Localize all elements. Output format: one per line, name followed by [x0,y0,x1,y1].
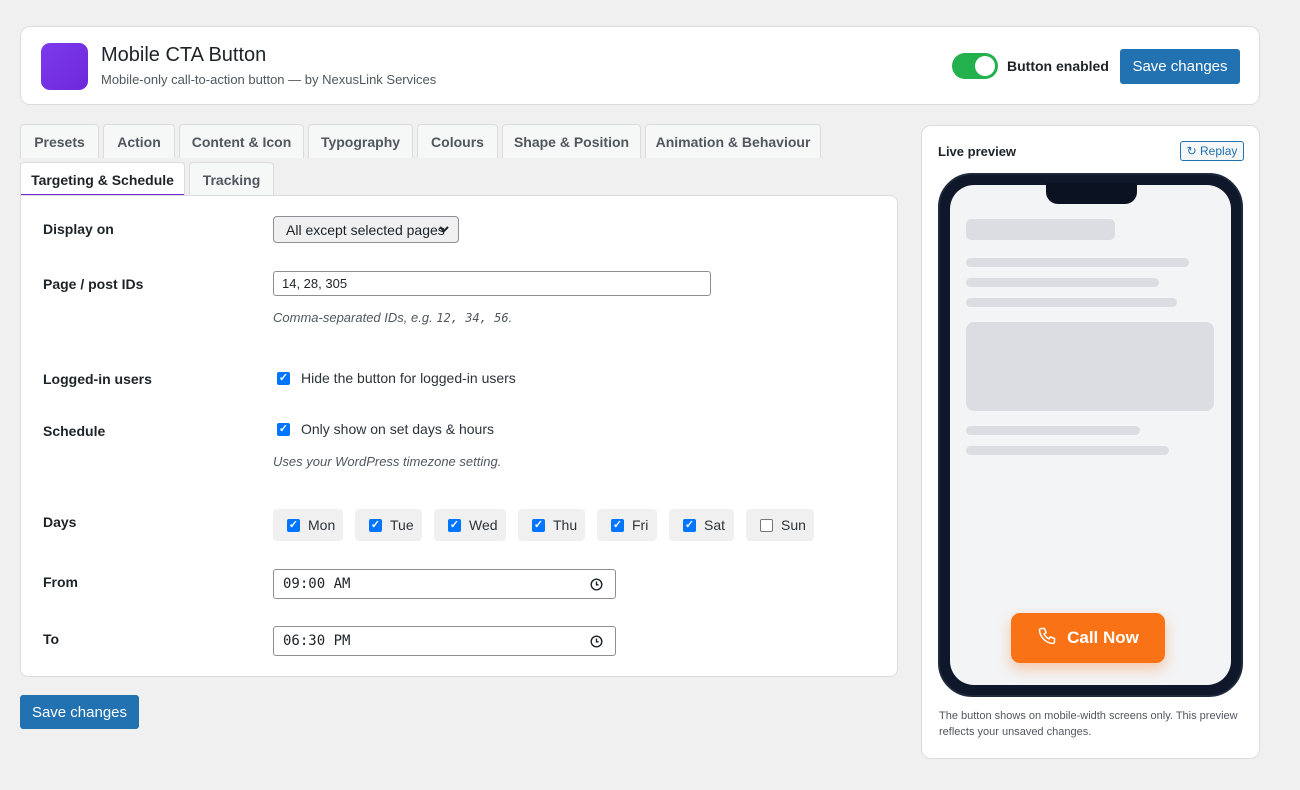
hide-logged-in-text: Hide the button for logged-in users [301,370,516,386]
settings-panel: Display on All except selected pages Pag… [20,195,898,677]
display-on-label: Display on [43,221,114,237]
tab-shape-position[interactable]: Shape & Position [502,124,641,158]
to-time-value: 06:30 PM [283,633,351,649]
tab-action[interactable]: Action [103,124,175,158]
schedule-label: Schedule [43,423,106,439]
phone-mockup: Call Now [938,173,1243,697]
display-on-select[interactable]: All except selected pages [273,216,459,243]
live-preview-panel: Live preview ↻ Replay Call Now The butto… [921,125,1260,759]
phone-screen: Call Now [950,185,1231,685]
day-mon-checkbox[interactable] [287,518,300,532]
call-now-cta-button[interactable]: Call Now [1011,613,1165,663]
button-enabled-toggle[interactable] [952,53,998,79]
tab-content-icon[interactable]: Content & Icon [179,124,304,158]
day-wed-label: Wed [469,517,498,533]
plugin-logo [41,43,88,90]
schedule-hint: Uses your WordPress timezone setting. [273,454,502,469]
plugin-header: Mobile CTA Button Mobile-only call-to-ac… [20,26,1260,105]
page-ids-hint: Comma-separated IDs, e.g. 12, 34, 56. [273,310,512,325]
replay-button[interactable]: ↻ Replay [1180,141,1244,161]
day-sat-label: Sat [704,517,726,533]
day-thu[interactable]: Thu [518,509,585,541]
skeleton-line [966,258,1189,267]
toggle-knob [975,56,995,76]
skeleton-line [966,278,1159,287]
clock-icon[interactable] [590,578,603,595]
schedule-text: Only show on set days & hours [301,421,494,437]
page-ids-hint-end: . [508,310,513,325]
day-fri-label: Fri [632,517,649,533]
day-sat-checkbox[interactable] [683,518,696,532]
from-label: From [43,574,78,590]
day-sun-label: Sun [781,517,806,533]
display-on-value: All except selected pages [286,221,445,238]
from-time-input[interactable]: 09:00 AM [273,569,616,599]
page-ids-hint-text: Comma-separated IDs, e.g. [273,310,433,325]
from-time-value: 09:00 AM [283,576,351,592]
header-save-button[interactable]: Save changes [1120,49,1240,84]
cta-label: Call Now [1067,628,1139,647]
page-title: Mobile CTA Button [101,44,267,66]
footer-save-button[interactable]: Save changes [20,695,139,729]
day-fri-checkbox[interactable] [611,518,624,532]
tab-presets[interactable]: Presets [20,124,99,158]
phone-icon [1037,626,1057,651]
days-label: Days [43,514,77,530]
chevron-down-icon [438,222,450,239]
logged-in-label: Logged-in users [43,371,152,387]
day-thu-checkbox[interactable] [532,518,545,532]
preview-note: The button shows on mobile-width screens… [939,710,1238,738]
button-enabled-label: Button enabled [1007,58,1109,74]
skeleton-heading [966,219,1115,240]
page-ids-input[interactable]: 14, 28, 305 [273,271,711,296]
page-ids-hint-example: 12, 34, 56 [436,311,509,325]
day-mon-label: Mon [308,517,336,533]
day-tue-label: Tue [390,517,414,533]
clock-icon[interactable] [590,635,603,652]
tab-animation-behaviour[interactable]: Animation & Behaviour [645,124,821,158]
preview-title: Live preview [938,144,1017,159]
day-wed[interactable]: Wed [434,509,506,541]
hide-logged-in-option[interactable]: Hide the button for logged-in users [277,370,516,386]
tab-targeting-schedule[interactable]: Targeting & Schedule [20,162,185,196]
day-tue[interactable]: Tue [355,509,422,541]
page-ids-label: Page / post IDs [43,276,144,292]
schedule-option[interactable]: Only show on set days & hours [277,421,494,437]
tab-colours[interactable]: Colours [417,124,498,158]
tab-typography[interactable]: Typography [308,124,413,158]
skeleton-line [966,298,1177,307]
phone-notch [1046,183,1137,204]
to-time-input[interactable]: 06:30 PM [273,626,616,656]
day-sun[interactable]: Sun [746,509,814,541]
to-label: To [43,631,60,647]
day-thu-label: Thu [553,517,578,533]
schedule-checkbox[interactable] [277,422,290,436]
day-sun-checkbox[interactable] [760,518,773,532]
hide-logged-in-checkbox[interactable] [277,371,290,385]
skeleton-image [966,322,1214,411]
day-sat[interactable]: Sat [669,509,734,541]
tab-tracking[interactable]: Tracking [189,162,274,196]
day-fri[interactable]: Fri [597,509,657,541]
day-tue-checkbox[interactable] [369,518,382,532]
skeleton-line [966,446,1169,455]
skeleton-line [966,426,1140,435]
page-subtitle: Mobile-only call-to-action button — by N… [101,72,437,87]
day-wed-checkbox[interactable] [448,518,461,532]
day-mon[interactable]: Mon [273,509,343,541]
